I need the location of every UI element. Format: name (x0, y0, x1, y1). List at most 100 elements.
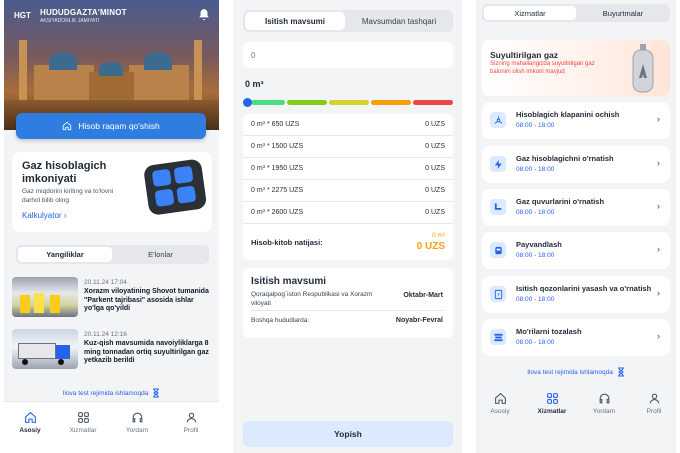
tab-heating-season[interactable]: Isitish mavsumi (245, 12, 345, 30)
news-item[interactable]: 20.11.24 17:04 Xorazm viloyatining Shovo… (12, 277, 212, 321)
tab-news[interactable]: Yangiliklar (18, 247, 112, 262)
tariff-amount: 0 UZS (425, 187, 445, 194)
hourglass-icon (153, 388, 160, 398)
boiler-icon (490, 286, 506, 302)
service-item[interactable]: Gaz quvurlarini o'rnatish 08:00 - 18:00 … (482, 189, 670, 226)
nav-profile-label: Profil (183, 426, 199, 434)
scale-segment (251, 100, 285, 105)
nav-services-label: Xizmatlar (69, 426, 97, 434)
tab-announcements[interactable]: E'lonlar (114, 247, 207, 262)
news-thumbnail (12, 329, 78, 369)
liquefied-gas-title: Suyultirilgan gaz (490, 50, 559, 60)
table-row: 0 m³ * 1950 UZS 0 UZS (243, 158, 453, 180)
tariff-table: 0 m³ * 650 UZS 0 UZS 0 m³ * 1500 UZS 0 UZS… (243, 114, 453, 260)
test-mode-label: Ilova test rejimida ishlamoqda (527, 368, 613, 376)
news-date: 20.11.24 12:16 (84, 331, 127, 338)
gas-cylinder-icon (632, 44, 654, 93)
services-tabs: Xizmatlar Buyurtmalar (482, 4, 670, 22)
service-hours: 08:00 - 18:00 (516, 296, 555, 303)
news-thumbnail (12, 277, 78, 317)
gas-volume-input[interactable]: 0 (243, 42, 453, 68)
tab-off-season[interactable]: Mavsumdan tashqari (347, 12, 451, 30)
nav-help[interactable]: Yordam (116, 402, 158, 442)
service-title: Gaz hisoblagichni o'rnatish (516, 154, 614, 163)
tab-services[interactable]: Xizmatlar (484, 6, 576, 20)
tariff-amount: 0 UZS (425, 143, 445, 150)
volume-slider-handle[interactable] (243, 98, 252, 107)
table-row: 0 m³ * 2600 UZS 0 UZS (243, 202, 453, 224)
nav-profile-label: Profil (646, 407, 662, 415)
table-row: 0 m³ * 650 UZS 0 UZS (243, 114, 453, 136)
service-item[interactable]: Gaz hisoblagichni o'rnatish 08:00 - 18:0… (482, 146, 670, 183)
user-icon (186, 412, 196, 422)
liquefied-gas-card[interactable]: Suyultirilgan gaz Sizning mahallangizda … (482, 40, 670, 96)
total-volume: 0 m³ (432, 232, 445, 239)
tariff-label: 0 m³ * 2275 UZS (251, 187, 304, 194)
nav-home-label: Asosiy (19, 426, 41, 434)
nav-help-label: Yordam (592, 407, 616, 415)
chevron-right-icon: › (657, 158, 660, 168)
scale-segment (371, 100, 411, 105)
home-screen: HGT HUDUDGAZTA'MINOT AKSIYADORLIK JAMIYA… (4, 0, 219, 453)
service-hours: 08:00 - 18:00 (516, 166, 555, 173)
nav-services[interactable]: Xizmatlar (531, 383, 573, 423)
close-button[interactable]: Yopish (243, 421, 453, 447)
season-period-1: Oktabr-Mart (403, 292, 443, 299)
logo-mark: HGT (14, 11, 31, 20)
service-hours: 08:00 - 18:00 (516, 209, 555, 216)
service-item[interactable]: Payvandlash 08:00 - 18:00 › (482, 232, 670, 269)
nav-help-label: Yordam (125, 426, 149, 434)
nav-services[interactable]: Xizmatlar (62, 402, 104, 442)
test-mode-banner: Ilova test rejimida ishlamoqda (476, 366, 676, 378)
nav-profile[interactable]: Profil (634, 383, 674, 423)
service-hours: 08:00 - 18:00 (516, 252, 555, 259)
add-account-label: Hisob raqam qo'shish (78, 121, 160, 131)
tariff-label: 0 m³ * 1950 UZS (251, 165, 304, 172)
nav-home[interactable]: Asosiy (9, 402, 51, 442)
chevron-right-icon: › (657, 114, 660, 124)
test-mode-label: Ilova test rejimida ishlamoqda (62, 389, 149, 397)
news-item[interactable]: 20.11.24 12:16 Kuz-qish mavsumida navoiy… (12, 329, 212, 373)
service-item[interactable]: Isitish qozonlarini yasash va o'rnatish … (482, 276, 670, 313)
season-title: Isitish mavsumi (251, 276, 327, 287)
service-title: Isitish qozonlarini yasash va o'rnatish (516, 284, 652, 293)
total-row: Hisob-kitob natijasi: 0 m³ 0 UZS (243, 226, 453, 258)
news-title: Kuz-qish mavsumida navoiyliklarga 8 ming… (84, 340, 209, 364)
tariff-label: 0 m³ * 650 UZS (251, 121, 300, 128)
tariff-amount: 0 UZS (425, 121, 445, 128)
add-account-button[interactable]: Hisob raqam qo'shish (16, 113, 206, 139)
tariff-amount: 0 UZS (425, 209, 445, 216)
news-date: 20.11.24 17:04 (84, 279, 127, 286)
table-row: 0 m³ * 2275 UZS 0 UZS (243, 180, 453, 202)
service-title: Hisoblagich klapanini ochish (516, 110, 620, 119)
nav-services-label: Xizmatlar (537, 407, 567, 415)
service-hours: 08:00 - 18:00 (516, 339, 555, 346)
tab-orders[interactable]: Buyurtmalar (578, 6, 668, 20)
grid-icon (546, 392, 558, 404)
pipe-icon (490, 199, 506, 215)
calculator-icon (144, 159, 207, 215)
lightning-icon (490, 156, 506, 172)
nav-profile[interactable]: Profil (170, 402, 212, 442)
service-item[interactable]: Hisoblagich klapanini ochish 08:00 - 18:… (482, 102, 670, 139)
chevron-right-icon: › (657, 244, 660, 254)
chevron-right-icon: › (657, 201, 660, 211)
divider (251, 310, 445, 311)
welding-icon (490, 242, 506, 258)
calculator-link[interactable]: Kalkulyator › (22, 211, 66, 220)
season-regions-1: Qoraqalpog`iston Respublikasi va Xorazm … (251, 291, 373, 307)
tariff-label: 0 m³ * 1500 UZS (251, 143, 304, 150)
gas-calculator-card[interactable]: Gaz hisoblagich imkoniyati Gaz miqdorini… (12, 152, 212, 232)
nav-home[interactable]: Asosiy (480, 383, 520, 423)
service-item[interactable]: Mo'rilarni tozalash 08:00 - 18:00 › (482, 319, 670, 356)
tariff-label: 0 m³ * 2600 UZS (251, 209, 304, 216)
gas-card-title: Gaz hisoblagich imkoniyati (22, 160, 107, 185)
user-icon (649, 393, 659, 403)
calculator-link-label: Kalkulyator (22, 211, 62, 220)
nav-help[interactable]: Yordam (583, 383, 625, 423)
season-period-2: Noyabr-Fevral (395, 317, 443, 324)
chevron-right-icon: › (657, 331, 660, 341)
bell-icon[interactable] (197, 8, 211, 22)
test-mode-banner: Ilova test rejimida ishlamoqda (4, 387, 219, 399)
bottom-nav: Asosiy Xizmatlar Yordam Profil (476, 383, 676, 435)
